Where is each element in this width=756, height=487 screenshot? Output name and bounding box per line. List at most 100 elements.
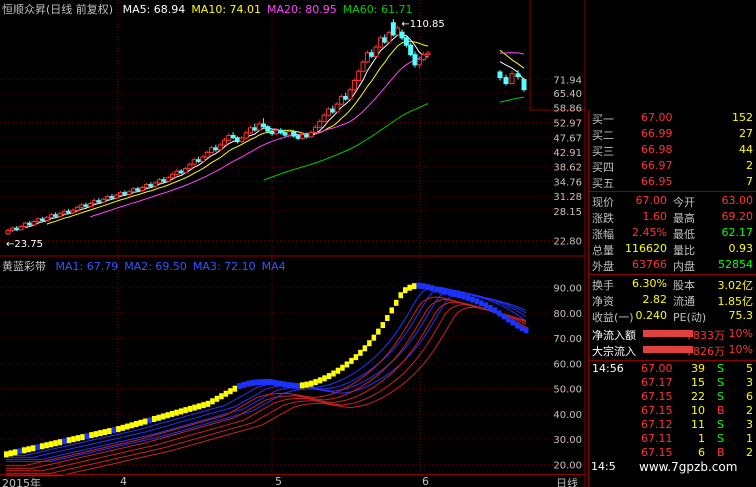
candle-up	[364, 52, 370, 63]
fundamental-value: 2.82	[642, 293, 668, 306]
y-axis-labels: 71.94 65.40 58.86 52.97 47.67 42.91 38.62 34.76…	[553, 76, 582, 472]
candle-up	[204, 151, 210, 158]
candle-up	[57, 213, 63, 217]
candle-down	[109, 196, 115, 199]
tick-row: 14:56 67.00 39 S 5	[589, 362, 756, 376]
tick-count: 6	[746, 390, 753, 403]
bid-label: 买三	[592, 145, 614, 158]
candle-up	[44, 216, 50, 222]
candle-up	[416, 59, 422, 66]
yellow-block	[134, 421, 139, 428]
candle-up	[373, 46, 379, 57]
fundamental-row: 收益(一) 0.240 PE(动) 75.3	[589, 308, 756, 324]
yellow-block	[219, 393, 224, 400]
fundamental-label: 收益(一)	[592, 311, 634, 324]
candle-up	[226, 134, 232, 141]
blue-block	[268, 379, 273, 386]
candle-down	[40, 218, 46, 222]
candle-up	[165, 177, 171, 182]
price-tick-label: 22.80	[553, 236, 582, 247]
candle-up	[243, 132, 249, 139]
candle-down	[278, 129, 284, 134]
tick-count: 3	[746, 418, 753, 431]
stat-row: 现价 67.00 今开 63.00	[589, 193, 756, 209]
candle-up	[92, 200, 98, 204]
candle-down	[390, 22, 396, 36]
blue-block	[479, 300, 484, 307]
period-tab[interactable]: 日线	[556, 475, 578, 487]
candle-up	[273, 129, 279, 135]
yellow-block	[156, 414, 161, 421]
candle-down	[27, 222, 33, 226]
price-tick-label: 28.15	[553, 207, 582, 218]
bid-row: 买三 66.98 44	[589, 142, 756, 158]
yellow-block	[98, 430, 103, 437]
yellow-block	[407, 284, 412, 291]
candle-up	[5, 229, 11, 235]
candle-down	[343, 95, 349, 100]
yellow-block	[362, 345, 368, 352]
tick-side: S	[717, 362, 724, 375]
candle-up	[157, 179, 163, 184]
candle-up	[256, 123, 262, 131]
fundamental-label: 流通	[673, 295, 695, 308]
stat-row: 外盘 63766 内盘 52854	[589, 257, 756, 273]
fundamental-value: 1.85亿	[717, 295, 754, 308]
tick-count: 5	[746, 362, 753, 375]
candle-down	[161, 179, 167, 182]
yellow-block	[317, 377, 323, 384]
indicator-tick-label: 70.00	[553, 334, 582, 345]
candle-down	[382, 37, 388, 43]
ma-legend: MA5: 68.94 MA10: 74.01 MA20: 80.95 MA60: 61…	[117, 3, 413, 16]
candle-down	[291, 131, 297, 137]
yellow-block	[89, 432, 94, 439]
tick-price: 67.15	[641, 446, 673, 459]
candle-down	[265, 126, 271, 132]
stat-label: 涨幅	[592, 228, 614, 241]
bid-price: 66.95	[641, 175, 673, 188]
candle-up	[170, 173, 176, 179]
candle-up	[317, 120, 323, 128]
price-tick-label: 42.91	[553, 148, 582, 159]
stat-value: 67.00	[635, 194, 668, 207]
candle-up	[152, 182, 158, 187]
candle-down	[503, 77, 509, 84]
blue-block	[515, 322, 520, 329]
blue-block	[524, 327, 529, 334]
candle-down	[178, 170, 184, 174]
blue-block	[237, 383, 242, 390]
indicator-legend-item: MA2: 69.50	[124, 260, 187, 273]
blue-block	[438, 287, 444, 294]
yellow-block	[402, 287, 408, 294]
candle-up	[18, 225, 24, 231]
tick-count: 1	[746, 432, 753, 445]
candle-up	[131, 188, 137, 193]
indicator-legend-item: MA3: 72.10	[192, 260, 256, 273]
stat-row: 涨跌 1.60 最高 69.20	[589, 209, 756, 225]
candle-up	[421, 54, 427, 61]
ma-legend-item: MA10: 74.01	[191, 3, 262, 16]
price-tick-label: 65.40	[553, 89, 582, 100]
candle-down	[412, 54, 418, 66]
tick-price: 67.11	[641, 432, 673, 445]
divider	[589, 274, 756, 275]
x-label-6: 6	[422, 475, 429, 487]
yellow-block	[102, 429, 108, 436]
blue-block	[250, 379, 256, 386]
yellow-block	[232, 385, 238, 392]
yellow-block	[4, 451, 9, 458]
candle-up	[139, 186, 145, 191]
indicator-tick-label: 90.00	[553, 284, 582, 295]
candle-down	[295, 135, 301, 139]
yellow-block	[210, 398, 215, 405]
tick-price: 67.00	[641, 362, 673, 375]
blue-block	[35, 444, 40, 451]
candle-up	[113, 194, 119, 199]
blue-block	[17, 448, 22, 455]
candle-up	[9, 227, 15, 231]
blue-block	[474, 298, 480, 305]
stat-label: 总量	[592, 244, 614, 257]
bid-volume: 27	[739, 127, 753, 140]
yellow-block	[48, 441, 54, 448]
stat-row: 总量 116620 量比 0.93	[589, 241, 756, 257]
